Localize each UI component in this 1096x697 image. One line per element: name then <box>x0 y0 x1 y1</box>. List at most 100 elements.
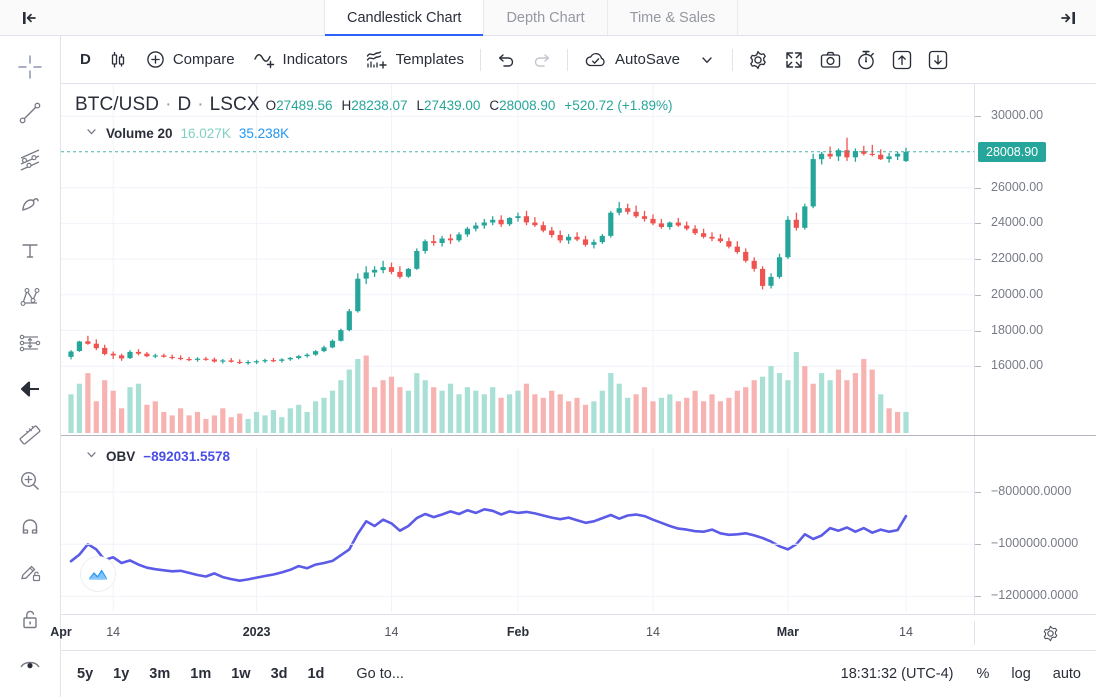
download-box-icon <box>928 50 948 69</box>
tab-time-and-sales[interactable]: Time & Sales <box>607 0 739 35</box>
gear-icon <box>1043 625 1058 641</box>
redo-button[interactable] <box>524 43 560 77</box>
fullscreen-button[interactable] <box>776 43 812 77</box>
collapse-right-panel-button[interactable] <box>1040 0 1096 35</box>
range-button-3m[interactable]: 3m <box>139 661 180 687</box>
brush-tool[interactable] <box>7 182 53 228</box>
go-to-button[interactable]: Go to... <box>346 661 414 687</box>
indicators-icon <box>253 54 274 69</box>
price-axis-label: 26000.00 <box>991 179 1044 194</box>
time-axis-divider <box>974 621 975 645</box>
time-axis-label: 14 <box>106 625 121 639</box>
forecast-tool[interactable] <box>7 320 53 366</box>
scale-button-auto[interactable]: auto <box>1044 661 1090 687</box>
compare-label: Compare <box>172 51 235 68</box>
upload-button[interactable] <box>884 43 920 77</box>
download-button[interactable] <box>920 43 956 77</box>
hide-drawings-tool[interactable] <box>7 642 53 688</box>
drawing-lock-tool[interactable] <box>7 550 53 596</box>
indicators-button[interactable]: Indicators <box>244 43 357 77</box>
time-axis[interactable]: 14 2023 14 Feb 14 Mar 14 Apr <box>50 614 1096 650</box>
price-volume-obv-svg <box>61 84 974 612</box>
range-button-3d[interactable]: 3d <box>261 661 298 687</box>
range-button-1w[interactable]: 1w <box>221 661 260 687</box>
chevron-down-icon <box>87 129 96 135</box>
obv-collapse-chevron[interactable] <box>85 448 98 464</box>
autosave-button[interactable]: AutoSave <box>575 43 689 77</box>
compare-button[interactable]: Compare <box>136 43 244 77</box>
undo-icon <box>498 53 514 67</box>
time-axis-label: Mar <box>776 625 800 639</box>
templates-icon <box>366 51 387 69</box>
price-axis[interactable]: 30000.00 26000.00 24000.00 22000.00 20000.00… <box>974 84 1096 614</box>
text-tool[interactable] <box>7 228 53 274</box>
scale-button-log[interactable]: log <box>1002 661 1039 687</box>
crosshair-tool[interactable] <box>7 44 53 90</box>
autosave-label: AutoSave <box>614 51 681 68</box>
stopwatch-icon <box>858 50 874 69</box>
range-button-1d[interactable]: 1d <box>297 661 334 687</box>
panel-collapse-right-icon <box>1061 11 1075 24</box>
text-icon <box>22 244 38 258</box>
range-button-1m[interactable]: 1m <box>180 661 221 687</box>
time-axis-label: 2023 <box>242 625 271 639</box>
drawing-tools-sidebar <box>0 36 61 697</box>
magnet-tool[interactable] <box>7 504 53 550</box>
indicators-label: Indicators <box>282 51 348 68</box>
fib-tool[interactable] <box>7 136 53 182</box>
lock-all-tool[interactable] <box>7 596 53 642</box>
undo-button[interactable] <box>488 43 524 77</box>
clock-label[interactable]: 18:31:32 (UTC-4) <box>831 661 964 687</box>
cloud-check-icon <box>585 52 605 66</box>
autosave-dropdown-button[interactable] <box>689 43 725 77</box>
obv-axis-label: −800000.0000 <box>991 484 1072 499</box>
obv-axis-label: −1000000.0000 <box>991 536 1079 551</box>
plus-circle-icon <box>147 51 164 68</box>
pane-divider[interactable] <box>61 435 1096 436</box>
range-button-5y[interactable]: 5y <box>67 661 103 687</box>
chart-toolbar: D Compare Indicators Templates AutoSave <box>61 36 1096 84</box>
chart-plot[interactable] <box>61 84 974 614</box>
arrow-marker-icon <box>20 381 39 397</box>
settings-button[interactable] <box>740 43 776 77</box>
toolbar-divider-3 <box>732 48 734 71</box>
chevron-down-icon <box>702 56 712 63</box>
ruler-icon <box>19 425 41 445</box>
chart-wave-logo-icon <box>88 569 108 580</box>
tab-candlestick-chart[interactable]: Candlestick Chart <box>324 0 485 36</box>
chart-type-button[interactable] <box>100 43 136 77</box>
panel-collapse-left-icon <box>23 11 36 24</box>
time-axis-settings-button[interactable] <box>1016 621 1096 645</box>
redo-icon <box>534 53 550 67</box>
replay-timer-button[interactable] <box>848 43 884 77</box>
templates-label: Templates <box>395 51 464 68</box>
cursor-arrow-tool[interactable] <box>7 366 53 412</box>
interval-button[interactable]: D <box>71 43 100 77</box>
brush-icon <box>22 198 39 211</box>
trend-line-tool[interactable] <box>7 90 53 136</box>
templates-button[interactable]: Templates <box>357 43 473 77</box>
time-axis-label: 14 <box>899 625 913 639</box>
zoom-tool[interactable] <box>7 458 53 504</box>
camera-icon <box>820 51 840 68</box>
volume-collapse-chevron[interactable] <box>85 125 98 141</box>
collapse-left-panel-button[interactable] <box>0 0 60 35</box>
pattern-tool[interactable] <box>7 274 53 320</box>
price-axis-label: 30000.00 <box>991 108 1044 123</box>
measure-tool[interactable] <box>7 412 53 458</box>
scale-button-%[interactable]: % <box>968 661 999 687</box>
obv-axis-label: −1200000.0000 <box>991 588 1079 603</box>
time-axis-label: 14 <box>384 625 399 639</box>
last-price-badge[interactable]: 28008.90 <box>978 141 1047 162</box>
price-axis-label: 20000.00 <box>991 286 1044 301</box>
crosshair-icon <box>18 55 42 79</box>
range-button-1y[interactable]: 1y <box>103 661 139 687</box>
magnifier-plus-icon <box>20 471 39 490</box>
brand-logo[interactable] <box>80 556 116 592</box>
snapshot-button[interactable] <box>812 43 848 77</box>
chart-area[interactable]: BTC/USD · D · LSCX O27489.56 H28238.07 L… <box>61 84 1096 614</box>
price-axis-label: 16000.00 <box>991 358 1044 373</box>
tab-depth-chart[interactable]: Depth Chart <box>484 0 608 35</box>
upload-box-icon <box>892 50 912 69</box>
bottom-bar: 5y 1y 3m 1m 1w 3d 1d Go to... 18:31:32 (UTC-4)… <box>61 650 1096 697</box>
